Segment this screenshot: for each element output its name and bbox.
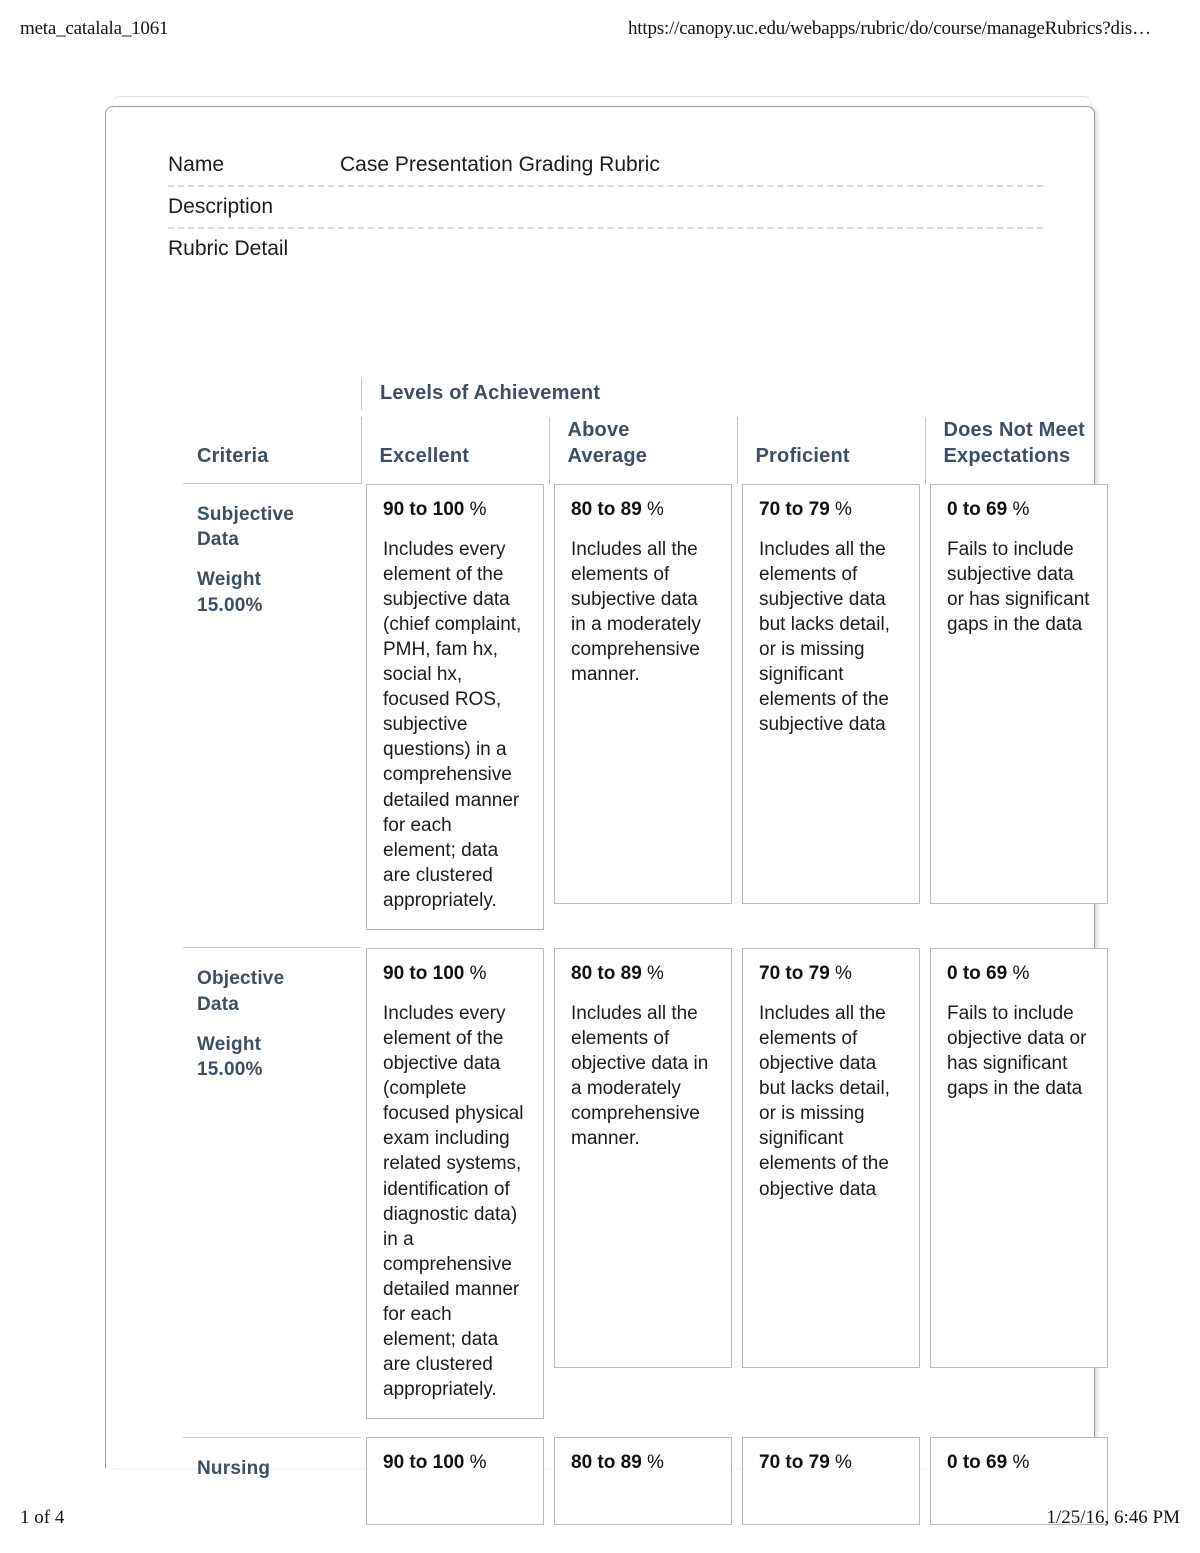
print-header: meta_catalala_1061 https://canopy.uc.edu… bbox=[0, 18, 1200, 44]
level-cell-box: 80 to 89 % Includes all the elements of o… bbox=[554, 947, 732, 1368]
level-cell: 90 to 100 % Includes every element of the… bbox=[361, 947, 549, 1437]
score-range: 90 to 100 % bbox=[383, 498, 487, 520]
level-description: Includes all the elements of subjective … bbox=[571, 538, 701, 686]
score-range: 0 to 69 % bbox=[947, 1452, 1030, 1474]
meta-row-name: Name Case Presentation Grading Rubric bbox=[168, 145, 1043, 187]
percent-sign: % bbox=[464, 1452, 487, 1474]
levels-of-achievement-label: Levels of Achievement bbox=[361, 378, 600, 410]
column-header-excellent: Excellent bbox=[360, 417, 549, 484]
meta-row-rubric-detail: Rubric Detail bbox=[168, 229, 1043, 269]
criteria-name: Subjective Data bbox=[197, 504, 295, 551]
level-cell: 0 to 69 % Fails to include subjective dat… bbox=[925, 483, 1113, 948]
percent-sign: % bbox=[829, 498, 852, 520]
percent-sign: % bbox=[641, 498, 664, 520]
level-cell: 80 to 89 % Includes all the elements of s… bbox=[549, 483, 737, 948]
column-header-does-not-meet: Does Not Meet Expectations bbox=[924, 417, 1113, 484]
score-range: 80 to 89 % bbox=[571, 962, 664, 984]
level-description: Includes all the elements of objective d… bbox=[759, 1002, 890, 1200]
rubric-table: Criteria Excellent Above Average Proficie… bbox=[183, 417, 1113, 1544]
page-number: 1 of 4 bbox=[20, 1507, 65, 1528]
level-description: Includes every element of the subjective… bbox=[383, 538, 522, 911]
table-row: Objective Data Weight 15.00% 90 to 100 % Incl… bbox=[183, 947, 1113, 1438]
level-cell-box: 70 to 79 % Includes all the elements of s… bbox=[742, 483, 920, 904]
level-cell-box: 80 to 89 % Includes all the elements of s… bbox=[554, 483, 732, 904]
score-range: 70 to 79 % bbox=[759, 1452, 852, 1474]
level-cell-box: 90 to 100 % Includes every element of the… bbox=[366, 483, 544, 930]
column-header-above-average: Above Average bbox=[548, 417, 737, 484]
weight-value: 15.00% bbox=[197, 1058, 263, 1080]
score-range: 90 to 100 % bbox=[383, 962, 487, 984]
print-footer: 1 of 4 1/25/16, 6:46 PM bbox=[0, 1507, 1200, 1531]
meta-row-description: Description bbox=[168, 187, 1043, 229]
weight-label: Weight bbox=[197, 569, 262, 591]
level-cell-box: 0 to 69 % Fails to include subjective dat… bbox=[930, 483, 1108, 904]
rubric-header-row: Criteria Excellent Above Average Proficie… bbox=[183, 417, 1113, 484]
name-value: Case Presentation Grading Rubric bbox=[340, 153, 660, 176]
rubric-body: Subjective Data Weight 15.00% 90 to 100 % Inc… bbox=[183, 483, 1113, 1544]
percent-sign: % bbox=[1007, 1452, 1030, 1474]
level-description: Fails to include subjective data or has … bbox=[947, 538, 1090, 636]
criteria-name: Objective Data bbox=[197, 968, 285, 1015]
column-header-proficient: Proficient bbox=[736, 417, 925, 484]
print-header-url: https://canopy.uc.edu/webapps/rubric/do/… bbox=[628, 18, 1151, 39]
level-cell: 0 to 69 % Fails to include objective data… bbox=[925, 947, 1113, 1437]
criteria-cell: Objective Data Weight 15.00% bbox=[183, 947, 361, 1438]
score-range: 0 to 69 % bbox=[947, 498, 1030, 520]
level-description: Includes all the elements of objective d… bbox=[571, 1002, 709, 1150]
levels-of-achievement-band: Levels of Achievement bbox=[183, 370, 1113, 417]
name-label: Name bbox=[168, 153, 225, 176]
rubric-panel: Name Case Presentation Grading Rubric De… bbox=[105, 106, 1113, 1544]
percent-sign: % bbox=[464, 962, 487, 984]
rubric-table-wrapper: Levels of Achievement Criteria Excellent… bbox=[183, 370, 1113, 1544]
criteria-cell: Subjective Data Weight 15.00% bbox=[183, 483, 361, 948]
percent-sign: % bbox=[641, 962, 664, 984]
score-range: 90 to 100 % bbox=[383, 1452, 487, 1474]
level-description: Fails to include objective data or has s… bbox=[947, 1002, 1087, 1100]
level-cell: 70 to 79 % Includes all the elements of o… bbox=[737, 947, 925, 1437]
weight-label: Weight bbox=[197, 1033, 262, 1055]
percent-sign: % bbox=[829, 962, 852, 984]
percent-sign: % bbox=[1007, 962, 1030, 984]
level-cell: 80 to 89 % Includes all the elements of o… bbox=[549, 947, 737, 1437]
score-range: 70 to 79 % bbox=[759, 962, 852, 984]
percent-sign: % bbox=[829, 1452, 852, 1474]
rubric-meta-section: Name Case Presentation Grading Rubric De… bbox=[168, 145, 1043, 269]
level-cell: 70 to 79 % Includes all the elements of s… bbox=[737, 483, 925, 948]
percent-sign: % bbox=[464, 498, 487, 520]
score-range: 0 to 69 % bbox=[947, 962, 1030, 984]
level-cell: 90 to 100 % Includes every element of the… bbox=[361, 483, 549, 948]
table-row: Subjective Data Weight 15.00% 90 to 100 % Inc… bbox=[183, 483, 1113, 948]
percent-sign: % bbox=[1007, 498, 1030, 520]
column-header-criteria: Criteria bbox=[197, 444, 269, 467]
print-header-document-title: meta_catalala_1061 bbox=[20, 18, 169, 39]
percent-sign: % bbox=[641, 1452, 664, 1474]
criteria-name: Nursing bbox=[197, 1457, 271, 1479]
description-label: Description bbox=[168, 195, 274, 218]
level-description: Includes all the elements of subjective … bbox=[759, 538, 890, 736]
score-range: 70 to 79 % bbox=[759, 498, 852, 520]
level-description: Includes every element of the objective … bbox=[383, 1002, 524, 1401]
print-timestamp: 1/25/16, 6:46 PM bbox=[1046, 1507, 1180, 1528]
weight-value: 15.00% bbox=[197, 594, 263, 616]
score-range: 80 to 89 % bbox=[571, 498, 664, 520]
level-cell-box: 90 to 100 % Includes every element of the… bbox=[366, 947, 544, 1420]
score-range: 80 to 89 % bbox=[571, 1452, 664, 1474]
level-cell-box: 70 to 79 % Includes all the elements of o… bbox=[742, 947, 920, 1368]
rubric-detail-label: Rubric Detail bbox=[168, 237, 289, 260]
level-cell-box: 0 to 69 % Fails to include objective data… bbox=[930, 947, 1108, 1368]
